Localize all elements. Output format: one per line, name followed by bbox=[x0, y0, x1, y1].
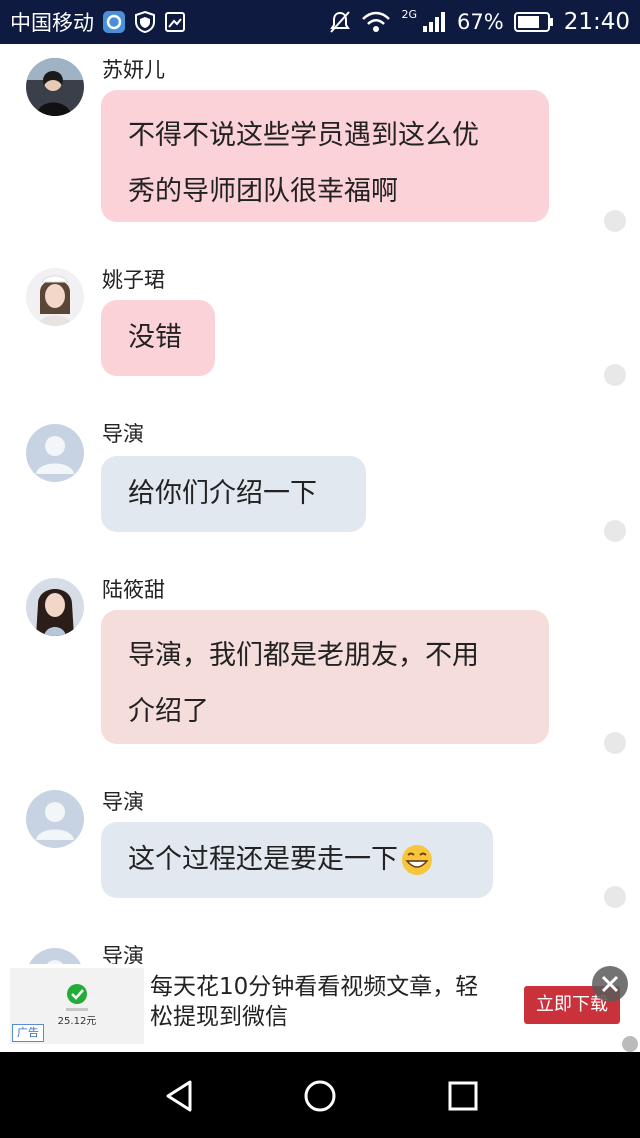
sender-name: 苏妍儿 bbox=[102, 58, 165, 82]
avatar[interactable] bbox=[26, 268, 84, 326]
ad-text-line: 松提现到微信 bbox=[150, 1004, 288, 1030]
avatar-placeholder[interactable] bbox=[26, 948, 84, 964]
sender-name: 导演 bbox=[102, 944, 144, 964]
battery-percent: 67% bbox=[457, 10, 504, 34]
message-text: 给你们介绍一下 bbox=[128, 478, 317, 509]
close-icon[interactable] bbox=[592, 966, 628, 1002]
sender-name: 姚子珺 bbox=[102, 268, 165, 292]
back-icon[interactable] bbox=[160, 1076, 200, 1116]
message-bubble[interactable]: 没错 bbox=[101, 300, 215, 376]
message-text: 导演，我们都是老朋友，不用 bbox=[128, 640, 479, 671]
sender-name: 陆筱甜 bbox=[102, 578, 165, 602]
status-bar: 中国移动 2G 67% 21:40 bbox=[0, 0, 640, 44]
sender-name: 导演 bbox=[102, 790, 144, 814]
wifi-icon bbox=[361, 10, 391, 34]
message-bubble[interactable]: 不得不说这些学员遇到这么优 秀的导师团队很幸福啊 bbox=[101, 90, 549, 222]
shield-icon bbox=[134, 10, 156, 34]
message-bubble[interactable]: 给你们介绍一下 bbox=[101, 456, 366, 532]
image-icon bbox=[164, 11, 186, 33]
network-type: 2G bbox=[401, 7, 418, 21]
recents-icon[interactable] bbox=[442, 1076, 482, 1116]
home-icon[interactable] bbox=[300, 1076, 340, 1116]
avatar[interactable] bbox=[26, 58, 84, 116]
navigation-bar bbox=[0, 1052, 640, 1138]
message-text: 没错 bbox=[128, 322, 182, 353]
read-status-dot bbox=[604, 520, 626, 542]
ad-text-line: 每天花10分钟看看视频文章，轻 bbox=[150, 974, 479, 1000]
message-bubble[interactable]: 导演，我们都是老朋友，不用 介绍了 bbox=[101, 610, 549, 744]
battery-icon bbox=[513, 11, 554, 33]
grinning-emoji-icon bbox=[400, 843, 434, 877]
message-text: 介绍了 bbox=[128, 696, 209, 727]
ad-label: 广告 bbox=[12, 1024, 44, 1042]
read-status-dot bbox=[604, 732, 626, 754]
message-text: 这个过程还是要走一下 bbox=[128, 844, 398, 875]
sender-name: 导演 bbox=[102, 422, 144, 446]
message-text: 不得不说这些学员遇到这么优 bbox=[128, 120, 479, 151]
read-status-dot bbox=[604, 210, 626, 232]
read-status-dot bbox=[604, 886, 626, 908]
mute-icon bbox=[329, 10, 351, 34]
carrier-name: 中国移动 bbox=[10, 11, 94, 35]
ad-info-icon[interactable] bbox=[622, 1036, 638, 1052]
avatar-placeholder[interactable] bbox=[26, 424, 84, 482]
app-notification-icon bbox=[102, 10, 126, 34]
signal-icon bbox=[421, 10, 447, 34]
ad-text[interactable]: 每天花10分钟看看视频文章，轻 松提现到微信 bbox=[150, 972, 510, 1032]
chat-list[interactable]: 苏妍儿 不得不说这些学员遇到这么优 秀的导师团队很幸福啊 姚子珺 没错 导演 给… bbox=[0, 44, 640, 964]
read-status-dot bbox=[604, 364, 626, 386]
avatar[interactable] bbox=[26, 578, 84, 636]
message-bubble[interactable]: 这个过程还是要走一下 bbox=[101, 822, 493, 898]
message-text: 秀的导师团队很幸福啊 bbox=[128, 176, 398, 207]
clock: 21:40 bbox=[563, 9, 630, 35]
avatar-placeholder[interactable] bbox=[26, 790, 84, 848]
ad-banner[interactable]: 25.12元 广告 每天花10分钟看看视频文章，轻 松提现到微信 立即下载 bbox=[0, 964, 640, 1052]
